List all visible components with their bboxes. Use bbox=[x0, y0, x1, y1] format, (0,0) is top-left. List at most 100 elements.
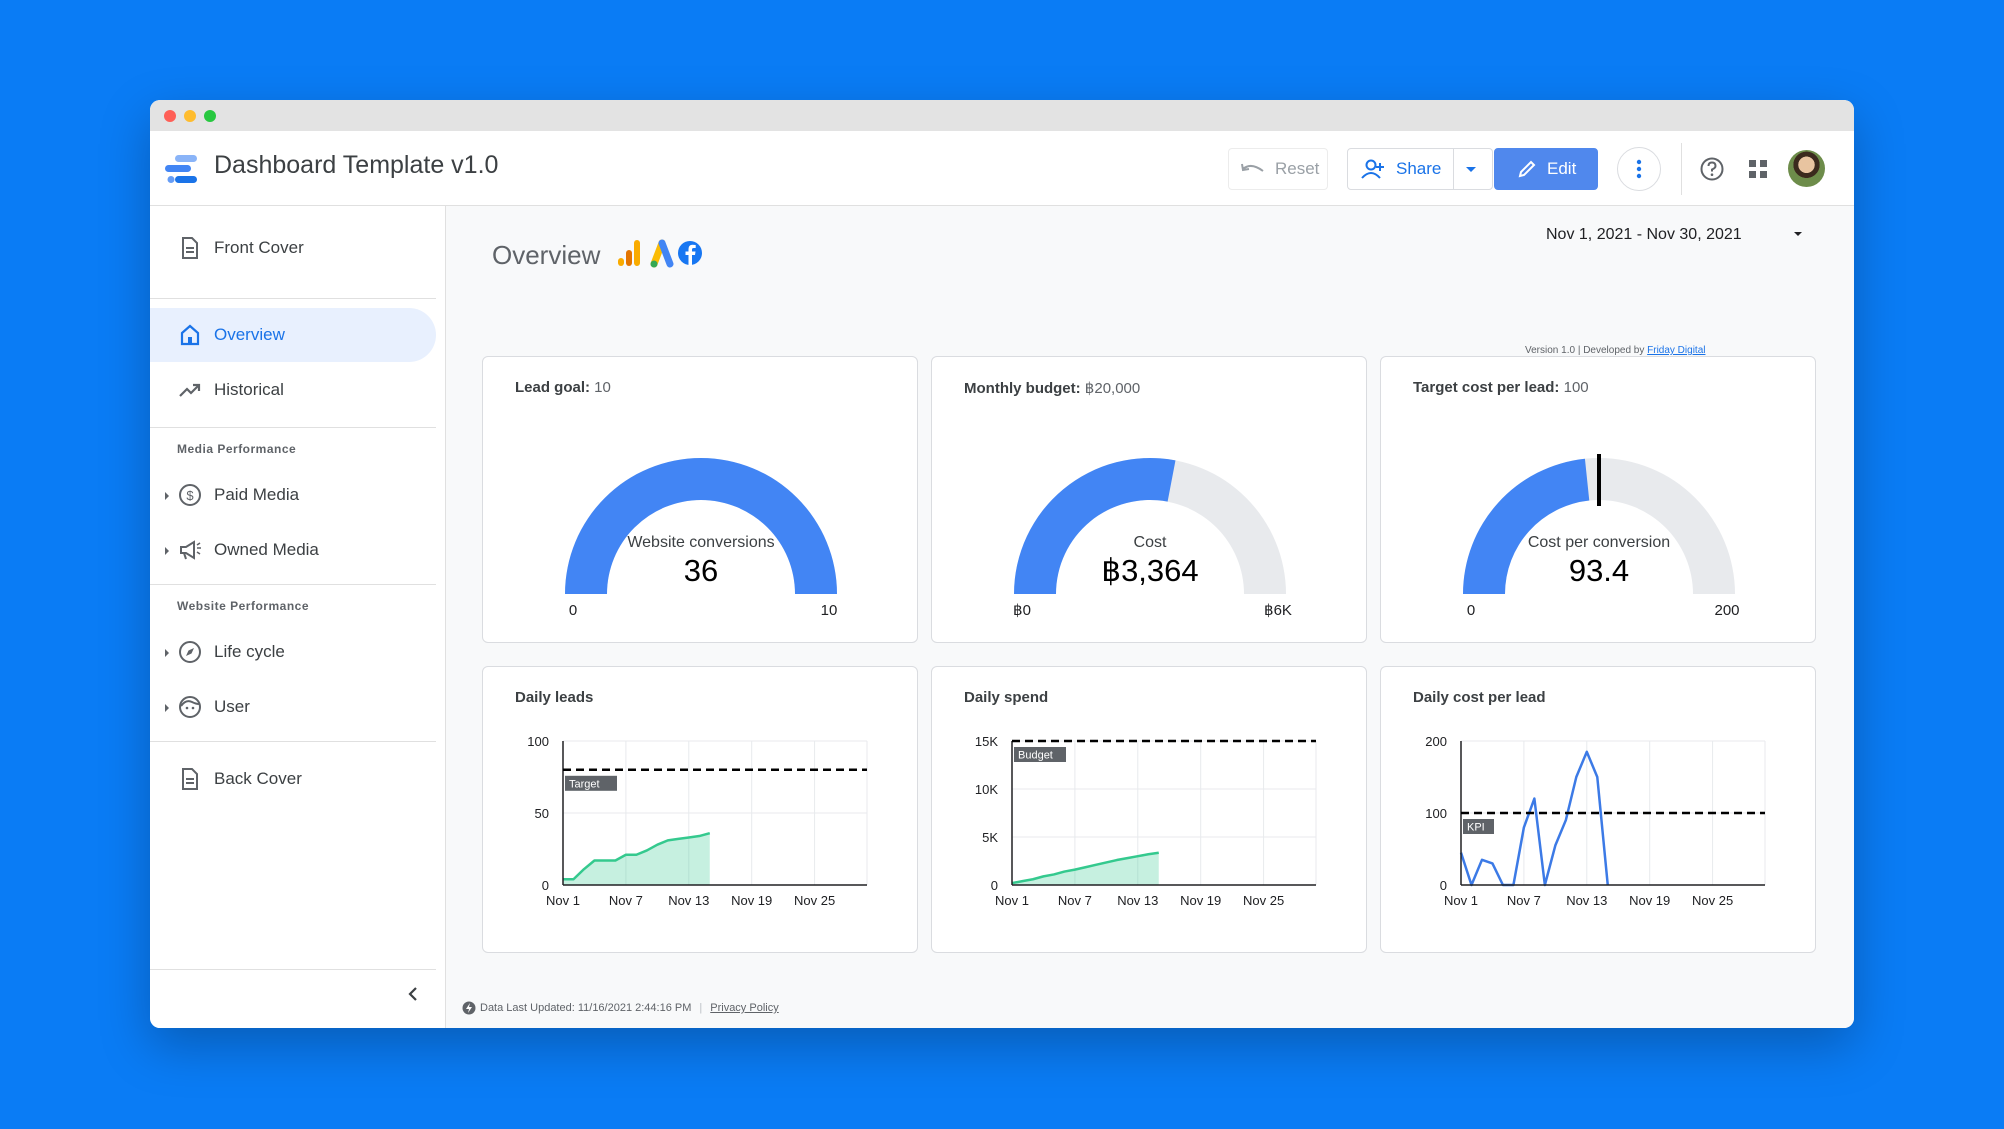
developer-link[interactable]: Friday Digital bbox=[1647, 345, 1705, 356]
pencil-icon bbox=[1518, 160, 1536, 178]
gauge-min-label: ฿0 bbox=[1013, 602, 1031, 619]
user-avatar[interactable] bbox=[1788, 150, 1825, 187]
x-tick-label: Nov 7 bbox=[1507, 893, 1541, 908]
nav-paid-media[interactable]: $ Paid Media bbox=[150, 468, 436, 522]
section-label-media: Media Performance bbox=[177, 442, 297, 456]
footer-separator: | bbox=[699, 1002, 703, 1014]
help-icon[interactable] bbox=[1699, 156, 1725, 182]
y-tick-label: 10K bbox=[975, 782, 998, 797]
dollar-circle-icon: $ bbox=[179, 484, 201, 506]
series-line bbox=[1459, 750, 1610, 887]
y-tick-label: 0 bbox=[542, 878, 549, 893]
gauge-value: 36 bbox=[684, 553, 718, 588]
page-title: Overview bbox=[492, 240, 601, 270]
x-tick-label: Nov 25 bbox=[1243, 893, 1284, 908]
time-series-chart: 0 5K 10K 15K Nov 1 Nov 7 Nov 13 Nov 19 Nov 25 Bud… bbox=[975, 734, 1317, 908]
gauge-max-label: 200 bbox=[1714, 602, 1739, 619]
maximize-window-button[interactable] bbox=[204, 110, 216, 122]
reset-button[interactable]: Reset bbox=[1228, 148, 1328, 190]
nav-front-cover[interactable]: Front Cover bbox=[150, 221, 436, 275]
x-tick-label: Nov 13 bbox=[1117, 893, 1158, 908]
x-tick-label: Nov 19 bbox=[1629, 893, 1670, 908]
series-area bbox=[563, 833, 710, 885]
gauge-min-label: 0 bbox=[1467, 602, 1475, 619]
x-tick-label: Nov 1 bbox=[995, 893, 1029, 908]
expand-arrow-icon[interactable] bbox=[165, 492, 169, 500]
nav-overview[interactable]: Overview bbox=[150, 308, 436, 362]
reference-line-label: Target bbox=[569, 778, 600, 790]
window-titlebar bbox=[150, 100, 1854, 131]
compass-icon bbox=[179, 641, 201, 663]
sidebar-divider bbox=[150, 741, 436, 742]
reset-label: Reset bbox=[1275, 159, 1320, 178]
minimize-window-button[interactable] bbox=[184, 110, 196, 122]
y-tick-label: 100 bbox=[527, 734, 549, 749]
nav-label: Overview bbox=[214, 325, 285, 344]
x-tick-label: Nov 7 bbox=[1058, 893, 1092, 908]
date-range-picker[interactable]: Nov 1, 2021 - Nov 30, 2021 bbox=[1546, 226, 1806, 256]
x-tick-label: Nov 19 bbox=[1180, 893, 1221, 908]
nav-life-cycle[interactable]: Life cycle bbox=[150, 625, 436, 679]
x-tick-label: Nov 1 bbox=[1444, 893, 1478, 908]
gauge-label: Cost per conversion bbox=[1528, 534, 1670, 551]
home-icon bbox=[180, 324, 200, 346]
gauge-max-label: 10 bbox=[821, 602, 838, 619]
nav-historical[interactable]: Historical bbox=[150, 363, 436, 417]
sidebar-divider bbox=[150, 584, 436, 585]
apps-grid-icon[interactable] bbox=[1748, 159, 1768, 179]
collapse-sidebar-icon[interactable] bbox=[405, 986, 421, 1002]
google-ads-icon bbox=[650, 239, 674, 268]
chart-card-daily-cost-per-lead: Daily cost per lead 0 100 200 Nov 1 Nov 7 Nov … bbox=[1380, 666, 1816, 953]
more-options-button[interactable] bbox=[1617, 147, 1661, 191]
more-vert-icon bbox=[1636, 159, 1642, 179]
nav-label: Life cycle bbox=[214, 642, 285, 661]
nav-label: Back Cover bbox=[214, 769, 302, 788]
google-analytics-icon bbox=[618, 240, 640, 266]
section-label-website: Website Performance bbox=[177, 599, 309, 613]
edit-button[interactable]: Edit bbox=[1494, 148, 1598, 190]
data-studio-logo-icon bbox=[165, 155, 197, 183]
y-tick-label: 50 bbox=[535, 806, 549, 821]
nav-back-cover[interactable]: Back Cover bbox=[150, 752, 436, 806]
close-window-button[interactable] bbox=[164, 110, 176, 122]
gauge-chart: Cost per conversion 93.4 0 200 bbox=[1463, 454, 1740, 619]
app-header: Dashboard Template v1.0 Reset Share Edit bbox=[150, 131, 1854, 206]
undo-icon bbox=[1241, 163, 1264, 172]
time-series-chart: 0 50 100 Nov 1 Nov 7 Nov 13 Nov 19 Nov 25 Target bbox=[527, 734, 868, 908]
expand-arrow-icon[interactable] bbox=[165, 547, 169, 555]
nav-user[interactable]: User bbox=[150, 680, 436, 734]
gauge-card-leads: Lead goal: 10 Website conversions 36 0 10 bbox=[482, 356, 918, 643]
chart-card-daily-spend: Daily spend 0 5K 10K 15K Nov 1 Nov 7 Nov 13 Nov … bbox=[931, 666, 1367, 953]
report-canvas: Overview Nov 1, 2021 - Nov 30, 2021 Vers… bbox=[446, 206, 1854, 1028]
face-icon bbox=[179, 696, 201, 718]
add-person-icon bbox=[1361, 159, 1384, 179]
y-tick-label: 200 bbox=[1425, 734, 1447, 749]
share-dropdown-icon[interactable] bbox=[1466, 167, 1476, 172]
expand-arrow-icon[interactable] bbox=[165, 649, 169, 657]
nav-label: Front Cover bbox=[214, 238, 304, 257]
x-tick-label: Nov 13 bbox=[1566, 893, 1607, 908]
gauge-min-label: 0 bbox=[569, 602, 577, 619]
x-tick-label: Nov 7 bbox=[609, 893, 643, 908]
reference-line-label: KPI bbox=[1467, 822, 1485, 834]
platform-logos bbox=[618, 239, 702, 268]
nav-label: Paid Media bbox=[214, 485, 300, 504]
nav-label: User bbox=[214, 697, 250, 716]
x-tick-label: Nov 1 bbox=[546, 893, 580, 908]
date-dropdown-icon[interactable] bbox=[1794, 232, 1802, 236]
toolbar-divider bbox=[1681, 143, 1682, 195]
y-tick-label: 0 bbox=[1440, 878, 1447, 893]
document-icon bbox=[182, 237, 198, 259]
trending-up-icon bbox=[179, 383, 201, 397]
gauge-card-budget: Monthly budget: ฿20,000 Cost ฿3,364 ฿0 ฿6K bbox=[931, 356, 1367, 643]
report-title[interactable]: Dashboard Template v1.0 bbox=[214, 151, 498, 180]
facebook-icon bbox=[678, 241, 702, 266]
gauge-max-label: ฿6K bbox=[1264, 602, 1292, 619]
gauge-card-cost-per-lead: Target cost per lead: 100 Cost per conver… bbox=[1380, 356, 1816, 643]
privacy-policy-link[interactable]: Privacy Policy bbox=[710, 1002, 778, 1014]
expand-arrow-icon[interactable] bbox=[165, 704, 169, 712]
browser-window: Dashboard Template v1.0 Reset Share Edit… bbox=[150, 100, 1854, 1028]
date-range-value: Nov 1, 2021 - Nov 30, 2021 bbox=[1546, 226, 1742, 243]
sidebar-divider bbox=[150, 427, 436, 428]
nav-owned-media[interactable]: Owned Media bbox=[150, 523, 436, 577]
